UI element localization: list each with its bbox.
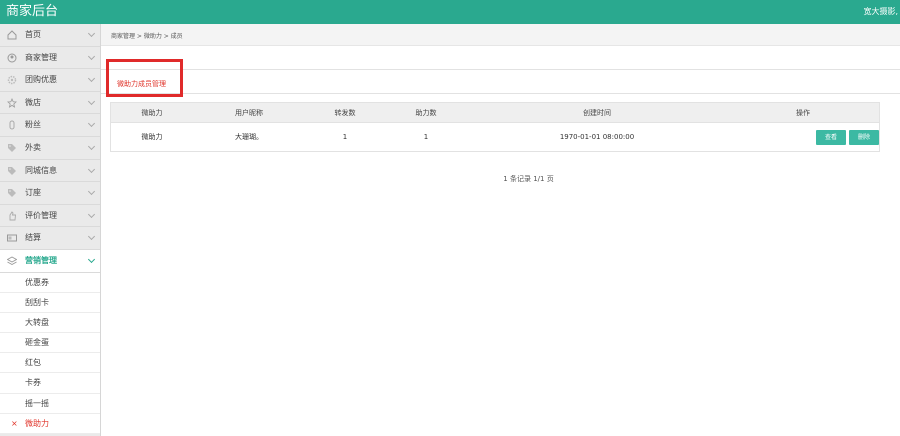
gear-icon — [7, 75, 17, 85]
delete-button[interactable]: 删除 — [849, 130, 879, 145]
table-row: 微助力 大珊瑚。 1 1 1970-01-01 08:00:00 查看 删除 — [111, 123, 879, 151]
submenu-item-assist[interactable]: × 微助力 — [0, 413, 100, 435]
card-icon — [7, 234, 17, 242]
column-header: 用户昵称 — [235, 109, 263, 117]
submenu-item-red-packet[interactable]: 红包 — [0, 353, 100, 374]
submenu-item-scratch-card[interactable]: 刮刮卡 — [0, 292, 100, 313]
sidebar-item-marketing[interactable]: 营销管理 — [0, 249, 100, 273]
breadcrumb-text: 商家管理 > 微助力 > 成员 — [111, 33, 183, 40]
column-header: 转发数 — [334, 109, 356, 117]
sidebar-item-label: 首页 — [25, 30, 41, 39]
sidebar-item-label: 商家管理 — [25, 52, 57, 62]
sidebar-item-reservation[interactable]: 订座 — [0, 182, 100, 205]
current-marker-icon: × — [11, 418, 18, 428]
sidebar-item-local-info[interactable]: 同城信息 — [0, 160, 100, 183]
table-cell: 1970-01-01 08:00:00 — [559, 133, 635, 141]
chevron-down-icon — [87, 97, 96, 105]
chevron-down-icon — [87, 210, 96, 218]
thumb-icon — [9, 211, 16, 221]
sidebar-item-label: 外卖 — [25, 142, 41, 152]
chevron-down-icon — [87, 142, 96, 151]
user-menu[interactable]: 宽大摄影, — [863, 7, 898, 17]
user-circle-icon — [7, 53, 17, 63]
chevron-down-icon — [87, 29, 96, 38]
column-header: 微助力 — [141, 109, 163, 117]
column-header: 助力数 — [415, 109, 437, 117]
sidebar-item-label: 微店 — [25, 97, 41, 107]
star-icon — [7, 97, 17, 108]
home-icon — [7, 30, 17, 40]
breadcrumb: 商家管理 > 微助力 > 成员 — [101, 24, 900, 46]
chevron-down-icon — [87, 255, 96, 263]
highlight-box — [106, 59, 183, 97]
sidebar-item-home[interactable]: 首页 — [0, 24, 100, 47]
table-cell: 1 — [423, 133, 429, 141]
sidebar-item-label: 同城信息 — [25, 165, 57, 175]
tag-icon — [8, 143, 16, 152]
submenu-item-wheel[interactable]: 大转盘 — [0, 312, 100, 334]
chevron-down-icon — [87, 188, 96, 196]
sidebar: 首页 商家管理 团购优惠 微店 粉丝 外卖 同城信息 订座 评价管理 结算 营销… — [0, 24, 101, 436]
tab-bar: 微助力成员管理 — [101, 69, 900, 94]
sidebar-item-label: 粉丝 — [25, 120, 41, 130]
brand-title: 商家后台 — [6, 4, 59, 19]
sidebar-item-shop[interactable]: 微店 — [0, 92, 100, 115]
submenu-item-golden-egg[interactable]: 砸金蛋 — [0, 333, 100, 354]
table-cell: 大珊瑚。 — [235, 133, 263, 141]
submenu-item-shake[interactable]: 摇一摇 — [0, 393, 100, 414]
top-bar: 商家后台 宽大摄影, — [0, 0, 900, 24]
submenu-item-coupon[interactable]: 优惠券 — [0, 272, 100, 293]
sidebar-item-label: 评价管理 — [25, 210, 57, 220]
sidebar-item-label: 结算 — [25, 233, 41, 243]
column-header: 操作 — [796, 109, 810, 117]
main-content: 商家管理 > 微助力 > 成员 微助力成员管理 微助力 用户昵称 转发数 助力数… — [101, 24, 900, 436]
column-header: 创建时间 — [583, 109, 611, 117]
chevron-down-icon — [87, 75, 96, 83]
sidebar-item-settlement[interactable]: 结算 — [0, 227, 100, 250]
tag-icon — [8, 189, 16, 198]
chevron-down-icon — [87, 165, 96, 173]
pagination-info: 1 条记录 1/1 页 — [503, 175, 554, 183]
sidebar-item-merchant[interactable]: 商家管理 — [0, 47, 100, 70]
sidebar-item-takeout[interactable]: 外卖 — [0, 137, 100, 160]
sidebar-item-group-deals[interactable]: 团购优惠 — [0, 69, 100, 92]
fan-icon — [9, 120, 15, 130]
sidebar-item-label: 订座 — [25, 188, 41, 198]
chevron-down-icon — [87, 120, 96, 128]
sidebar-item-label: 营销管理 — [25, 255, 57, 265]
chevron-down-icon — [87, 52, 96, 60]
sidebar-item-reviews[interactable]: 评价管理 — [0, 205, 100, 228]
members-table: 微助力 用户昵称 转发数 助力数 创建时间 操作 微助力 大珊瑚。 1 1 19… — [110, 102, 880, 152]
table-header-row: 微助力 用户昵称 转发数 助力数 创建时间 操作 — [111, 103, 879, 123]
submenu-item-card-voucher[interactable]: 卡券 — [0, 373, 100, 394]
tag-icon — [8, 166, 16, 175]
sidebar-item-fans[interactable]: 粉丝 — [0, 114, 100, 137]
view-button[interactable]: 查看 — [816, 130, 846, 145]
sidebar-item-label: 团购优惠 — [25, 75, 57, 85]
layers-icon — [7, 256, 17, 265]
chevron-down-icon — [87, 233, 96, 241]
table-cell: 微助力 — [141, 133, 163, 141]
table-cell: 1 — [342, 133, 348, 141]
